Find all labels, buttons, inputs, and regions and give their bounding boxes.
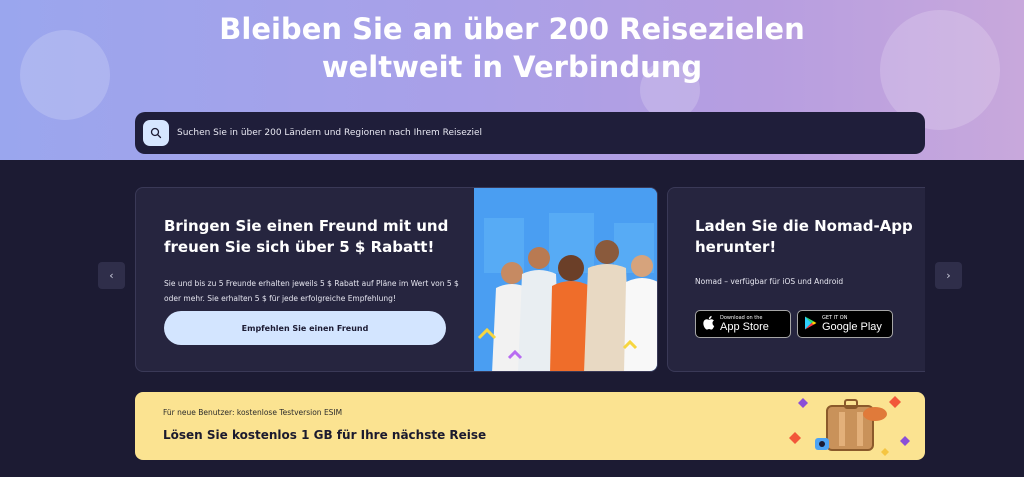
referral-card: Bringen Sie einen Freund mit und freuen … — [135, 187, 658, 372]
hero-decoration — [20, 30, 110, 120]
hero-banner: Bleiben Sie an über 200 Reisezielen welt… — [0, 0, 1024, 160]
promo-subtitle: Für neue Benutzer: kostenlose Testversio… — [163, 408, 343, 417]
google-play-label: Google Play — [822, 320, 882, 333]
friends-photo — [474, 188, 657, 371]
refer-friend-button[interactable]: Empfehlen Sie einen Freund — [164, 311, 446, 345]
app-store-label: App Store — [720, 320, 769, 333]
search-bar[interactable]: Suchen Sie in über 200 Ländern und Regio… — [135, 112, 925, 154]
app-title: Laden Sie die Nomad-App herunter! — [695, 217, 913, 256]
search-icon[interactable] — [143, 120, 169, 146]
free-trial-banner[interactable]: Für neue Benutzer: kostenlose Testversio… — [135, 392, 925, 460]
apple-icon — [702, 315, 715, 334]
promo-title: Lösen Sie kostenlos 1 GB für Ihre nächst… — [163, 428, 487, 442]
carousel-prev-button[interactable]: ‹ — [98, 262, 125, 289]
chevron-right-icon: › — [946, 269, 951, 282]
referral-title: Bringen Sie einen Freund mit und freuen … — [164, 217, 449, 256]
luggage-illustration — [785, 392, 925, 460]
google-play-button[interactable]: GET IT ON Google Play — [797, 310, 893, 338]
chevron-left-icon: ‹ — [109, 269, 114, 282]
app-subtitle: Nomad – verfügbar für iOS und Android — [695, 277, 844, 286]
app-store-button[interactable]: Download on the App Store — [695, 310, 791, 338]
app-download-card: Laden Sie die Nomad-App herunter! Nomad … — [667, 187, 925, 372]
search-input[interactable]: Suchen Sie in über 200 Ländern und Regio… — [177, 128, 482, 138]
hero-title: Bleiben Sie an über 200 Reisezielen welt… — [219, 12, 805, 84]
referral-description: Sie und bis zu 5 Freunde erhalten jeweil… — [164, 279, 459, 303]
google-play-icon — [804, 315, 817, 334]
carousel-next-button[interactable]: › — [935, 262, 962, 289]
